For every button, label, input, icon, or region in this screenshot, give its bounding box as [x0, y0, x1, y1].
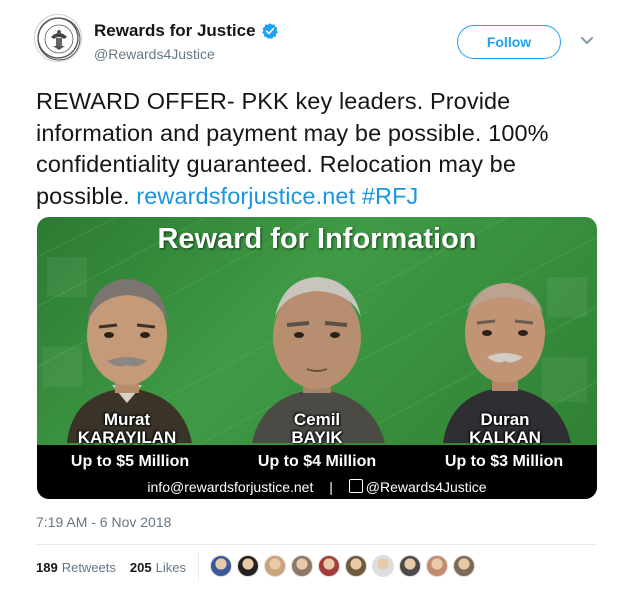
- follow-button[interactable]: Follow: [457, 25, 561, 59]
- liker-avatar-10[interactable]: [453, 555, 475, 577]
- divider: [36, 544, 596, 545]
- verified-badge-icon: [261, 23, 278, 40]
- retweets-stat[interactable]: 189 Retweets: [36, 560, 116, 575]
- liker-avatar-3[interactable]: [264, 555, 286, 577]
- chevron-down-icon[interactable]: [580, 36, 594, 46]
- person-last-name: KARAYILAN: [77, 428, 177, 447]
- twitter-bird-icon: [348, 479, 363, 493]
- tweet-timestamp[interactable]: 7:19 AM - 6 Nov 2018: [36, 514, 171, 530]
- tweet-media-image[interactable]: Reward for Information Murat KARAYILAN C…: [37, 217, 597, 499]
- person-first-name: Cemil: [293, 410, 341, 429]
- person-last-name: BAYIK: [291, 428, 343, 447]
- reward-amount: Up to $5 Million: [70, 453, 190, 470]
- tweet-hashtag[interactable]: #RFJ: [362, 183, 419, 209]
- liker-avatar-5[interactable]: [318, 555, 340, 577]
- stats-divider: [198, 552, 199, 582]
- person-kalkan: Duran KALKAN: [415, 253, 595, 447]
- person-first-name: Murat: [103, 410, 151, 429]
- contact-twitter: @Rewards4Justice: [365, 479, 487, 495]
- liker-avatar-6[interactable]: [345, 555, 367, 577]
- person-karayilan: Murat KARAYILAN: [37, 253, 217, 447]
- account-handle[interactable]: @Rewards4Justice: [94, 46, 215, 62]
- liker-avatar-1[interactable]: [210, 555, 232, 577]
- account-avatar[interactable]: [34, 14, 82, 62]
- name-row: Rewards for Justice: [94, 20, 279, 42]
- liker-avatar-8[interactable]: [399, 555, 421, 577]
- person-first-name: Duran: [480, 410, 530, 429]
- contact-separator: |: [329, 479, 333, 495]
- liker-avatar-7[interactable]: [372, 555, 394, 577]
- state-department-seal-icon: [37, 17, 81, 61]
- tweet-stats: 189 Retweets 205 Likes: [36, 560, 186, 575]
- liker-avatar-2[interactable]: [237, 555, 259, 577]
- tweet-header: Rewards for Justice @Rewards4Justice Fol…: [0, 0, 617, 80]
- reward-amount: Up to $4 Million: [257, 453, 377, 470]
- tweet-text: REWARD OFFER- PKK key leaders. Provide i…: [36, 86, 596, 212]
- media-title: Reward for Information: [157, 223, 477, 255]
- contact-line: info@rewardsforjustice.net | @Rewards4Ju…: [37, 479, 597, 495]
- liker-avatar-9[interactable]: [426, 555, 448, 577]
- liker-avatar-4[interactable]: [291, 555, 313, 577]
- contact-email: info@rewardsforjustice.net: [147, 479, 314, 495]
- reward-amount: Up to $3 Million: [444, 453, 564, 470]
- person-last-name: KALKAN: [469, 428, 541, 447]
- liker-avatars: [210, 555, 480, 577]
- display-name[interactable]: Rewards for Justice: [94, 21, 256, 41]
- likes-stat[interactable]: 205 Likes: [130, 560, 186, 575]
- tweet-link[interactable]: rewardsforjustice.net: [136, 183, 355, 209]
- person-bayik: Cemil BAYIK: [227, 253, 407, 447]
